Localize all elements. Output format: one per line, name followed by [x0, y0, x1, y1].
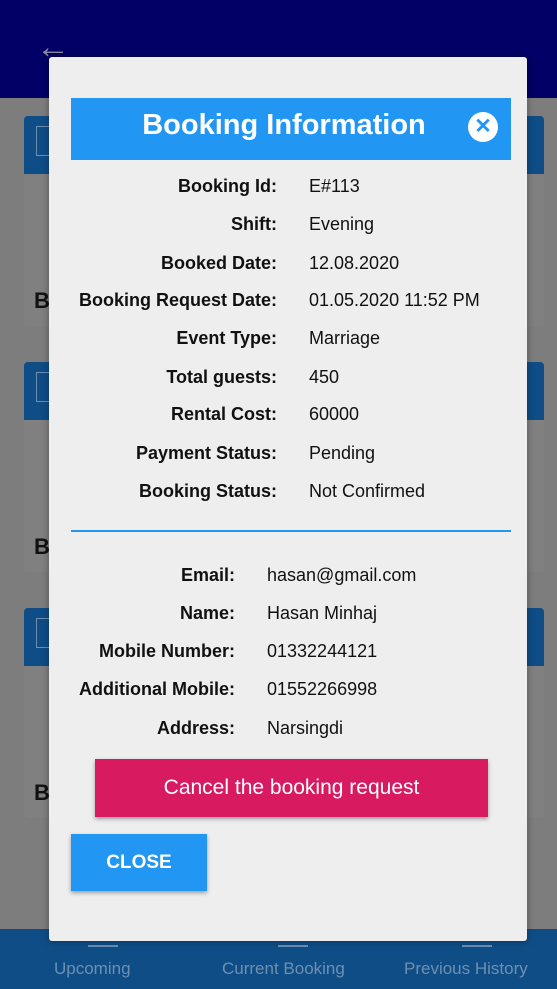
booking-information-dialog: Booking Information ✕ Booking Id: E#113 …: [49, 57, 527, 941]
dialog-title: Booking Information: [142, 109, 426, 141]
cancel-booking-button[interactable]: Cancel the booking request: [95, 759, 488, 817]
info-row-address: Address: Narsingdi: [156, 718, 344, 738]
dialog-header: Booking Information ✕: [71, 98, 511, 160]
info-row-request-date: Booking Request Date: 01.05.2020 11:52 P…: [78, 290, 480, 310]
close-button[interactable]: CLOSE: [71, 834, 207, 891]
info-row-total-guests: Total guests: 450: [166, 367, 340, 387]
info-row-mobile-number: Mobile Number: 01332244121: [98, 641, 378, 661]
image-icon: [36, 126, 50, 156]
info-row-event-type: Event Type: Marriage: [176, 328, 381, 348]
info-row-email: Email: hasan@gmail.com: [180, 565, 417, 585]
info-row-payment-status: Payment Status: Pending: [135, 443, 376, 463]
info-row-rental-cost: Rental Cost: 60000: [170, 404, 360, 424]
close-circle-icon[interactable]: ✕: [468, 112, 498, 142]
image-icon: [36, 372, 50, 402]
info-row-booking-status: Booking Status: Not Confirmed: [139, 481, 426, 501]
image-icon: [36, 618, 50, 648]
card-title: B: [34, 780, 50, 805]
info-row-booking-id: Booking Id: E#113: [178, 176, 360, 196]
info-row-additional-mobile: Additional Mobile: 01552266998: [79, 679, 378, 699]
info-row-shift: Shift: Evening: [231, 214, 375, 234]
info-row-booked-date: Booked Date: 12.08.2020: [160, 253, 400, 273]
section-divider: [71, 530, 511, 532]
card-title: B: [34, 288, 50, 313]
card-title: B: [34, 534, 50, 559]
info-row-name: Name: Hasan Minhaj: [179, 603, 378, 623]
